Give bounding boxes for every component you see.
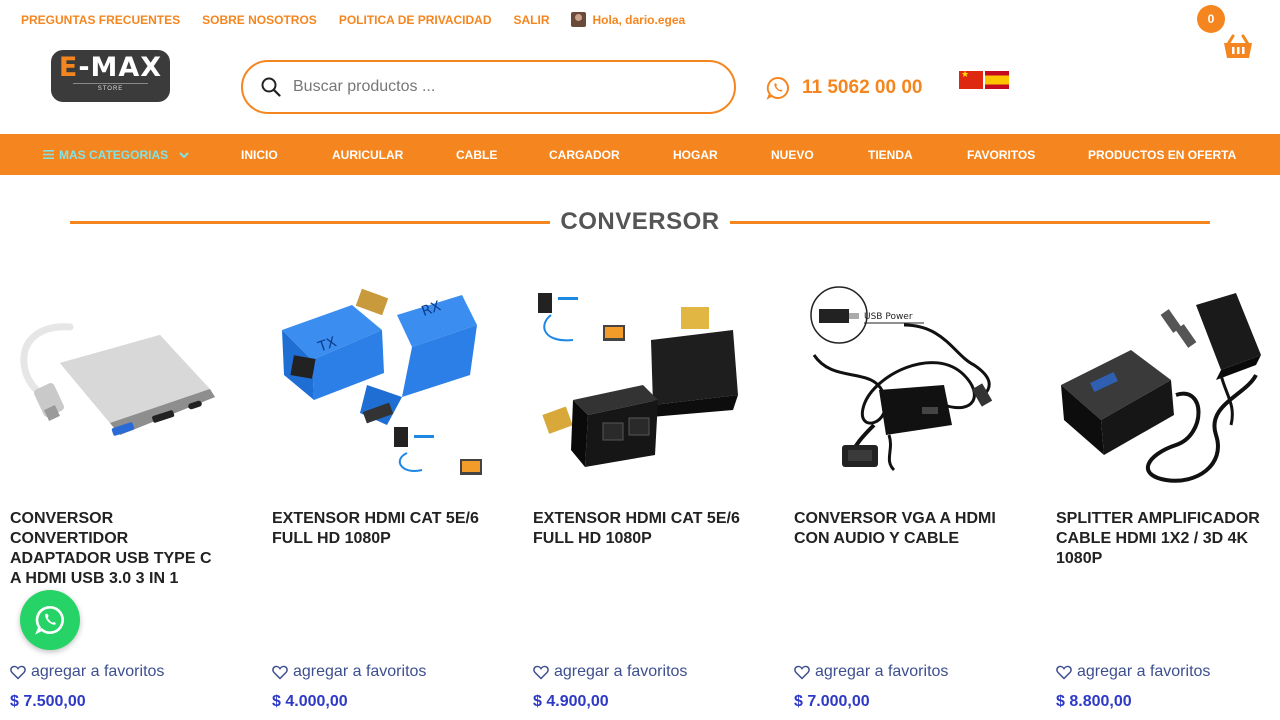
avatar [571,12,587,27]
store-logo[interactable]: E-MAX STORE [51,50,170,102]
divider [729,220,1210,224]
menu-icon [43,150,54,159]
product-card[interactable]: EXTENSOR HDMI CAT 5E/6 FULL HD 1080P agr… [533,285,765,715]
section-header: CONVERSOR [70,208,1210,236]
heart-icon [794,665,810,680]
product-image[interactable] [10,285,220,495]
cart-button[interactable]: 0 [1196,5,1256,65]
more-categories-label: MAS CATEGORIAS [59,147,169,162]
product-price: $ 4.000,00 [272,693,348,710]
heart-icon [533,665,549,680]
heart-icon [272,665,288,680]
top-links-bar: PREGUNTAS FRECUENTES SOBRE NOSOTROS POLI… [21,12,685,27]
nav-item-ofertas[interactable]: PRODUCTOS EN OFERTA [1088,148,1236,162]
product-name[interactable]: EXTENSOR HDMI CAT 5E/6 FULL HD 1080P [533,509,748,549]
product-price: $ 4.900,00 [533,693,609,710]
main-nav: MAS CATEGORIAS INICIO AURICULAR CABLE CA… [0,134,1280,175]
product-card[interactable]: USB Power CONVERSOR VGA A HDMI CON AUDIO… [794,285,1026,715]
about-link[interactable]: SOBRE NOSOTROS [202,13,317,27]
add-favorite-link[interactable]: agregar a favoritos [1056,663,1210,681]
nav-item-tienda[interactable]: TIENDA [868,148,913,162]
product-name[interactable]: EXTENSOR HDMI CAT 5E/6 FULL HD 1080P [272,509,487,549]
nav-item-inicio[interactable]: INICIO [241,148,278,162]
faq-link[interactable]: PREGUNTAS FRECUENTES [21,13,180,27]
section-title: CONVERSOR [560,208,720,235]
nav-item-cargador[interactable]: CARGADOR [549,148,620,162]
spain-flag-icon[interactable] [985,71,1009,89]
privacy-link[interactable]: POLITICA DE PRIVACIDAD [339,13,492,27]
search-input[interactable] [293,78,693,96]
product-price: $ 7.000,00 [794,693,870,710]
product-name[interactable]: CONVERSOR VGA A HDMI CON AUDIO Y CABLE [794,509,1009,549]
nav-item-hogar[interactable]: HOGAR [673,148,718,162]
search-bar [241,60,736,114]
product-image[interactable] [1056,285,1266,495]
product-image[interactable]: TX RX [272,285,482,495]
add-favorite-link[interactable]: agregar a favoritos [10,663,164,681]
logo-brand: E-MAX [58,52,163,83]
product-price: $ 8.800,00 [1056,693,1132,710]
favorite-label: agregar a favoritos [293,663,427,680]
logout-link[interactable]: SALIR [513,13,549,27]
favorite-label: agregar a favoritos [815,663,949,680]
whatsapp-chat-button[interactable] [20,590,80,650]
greeting-text: Hola, dario.egea [592,12,686,27]
search-icon[interactable] [261,77,281,97]
nav-item-nuevo[interactable]: NUEVO [771,148,814,162]
add-favorite-link[interactable]: agregar a favoritos [272,663,426,681]
product-price: $ 7.500,00 [10,693,86,710]
cart-count-badge: 0 [1197,5,1225,33]
product-card[interactable]: CONVERSOR CONVERTIDOR ADAPTADOR USB TYPE… [10,285,242,715]
phone-contact[interactable]: 11 5062 00 00 [766,76,922,100]
product-name[interactable]: CONVERSOR CONVERTIDOR ADAPTADOR USB TYPE… [10,509,225,589]
product-card[interactable]: SPLITTER AMPLIFICADOR CABLE HDMI 1X2 / 3… [1056,285,1280,715]
logo-sub: STORE [73,83,148,92]
nav-item-auricular[interactable]: AURICULAR [332,148,403,162]
divider [70,220,551,224]
phone-number: 11 5062 00 00 [802,77,923,98]
user-greeting[interactable]: Hola, dario.egea [571,12,685,27]
whatsapp-icon [35,605,64,635]
basket-icon [1224,34,1252,58]
more-categories-menu[interactable]: MAS CATEGORIAS [43,148,191,162]
favorite-label: agregar a favoritos [31,663,165,680]
chevron-down-icon [179,151,189,158]
heart-icon [1056,665,1072,680]
nav-item-cable[interactable]: CABLE [456,148,497,162]
language-flags [959,69,1009,89]
add-favorite-link[interactable]: agregar a favoritos [794,663,948,681]
add-favorite-link[interactable]: agregar a favoritos [533,663,687,681]
whatsapp-icon [766,76,789,100]
favorite-label: agregar a favoritos [1077,663,1211,680]
nav-item-favoritos[interactable]: FAVORITOS [967,148,1035,162]
product-name[interactable]: SPLITTER AMPLIFICADOR CABLE HDMI 1X2 / 3… [1056,509,1271,569]
favorite-label: agregar a favoritos [554,663,688,680]
heart-icon [10,665,26,680]
svg-text:USB Power: USB Power [864,312,913,322]
china-flag-icon[interactable] [959,69,983,89]
product-image[interactable] [533,285,743,495]
product-image[interactable]: USB Power [794,285,1004,495]
product-card[interactable]: TX RX EXTENSOR HDMI CAT 5E/6 FULL HD 108… [272,285,504,715]
